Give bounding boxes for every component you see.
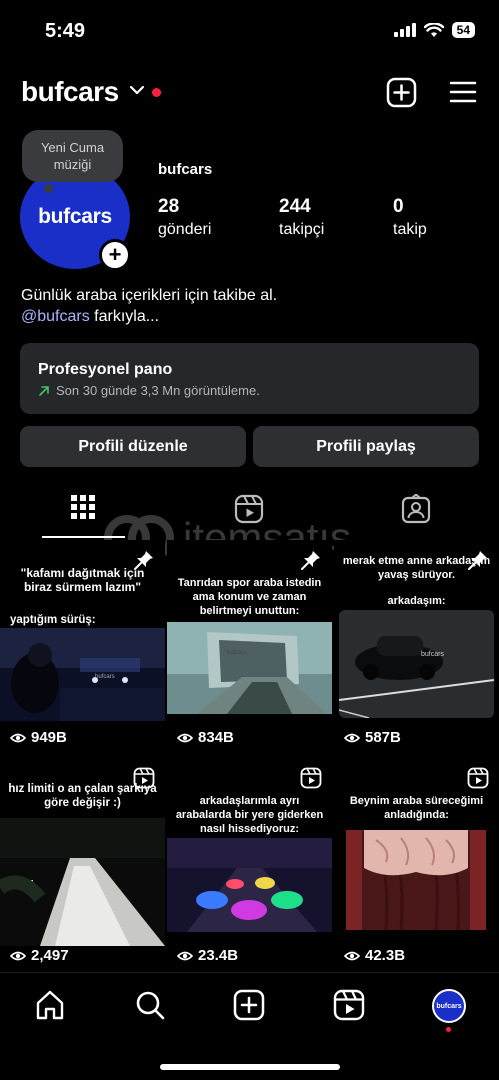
post-caption-sub: yaptığım sürüş: <box>10 614 96 626</box>
stat-value: 28 <box>158 196 180 217</box>
share-profile-button[interactable]: Profili paylaş <box>253 426 479 467</box>
post-tile[interactable]: hız limiti o an çalan şarkıya göre değiş… <box>0 758 165 972</box>
create-post-icon[interactable] <box>386 77 417 108</box>
note-bubble-tail <box>44 184 53 193</box>
profile-nav-avatar-text: bufcars <box>436 1002 462 1010</box>
share-profile-label: Profili paylaş <box>316 437 416 455</box>
eye-icon <box>10 733 26 742</box>
reels-nav-icon[interactable] <box>333 989 365 1021</box>
post-caption: Tanrıdan spor araba istedin ama konum ve… <box>177 577 322 617</box>
account-switcher-username[interactable]: bufcars <box>21 76 119 108</box>
post-caption: arkadaşlarımla ayrı arabalarda bir yere … <box>175 795 324 835</box>
search-icon[interactable] <box>134 989 166 1021</box>
post-tile[interactable]: merak etme anne arkadaşım yavaş sürüyor.… <box>334 540 499 754</box>
profile-bio: Günlük araba içerikleri için takibe al. … <box>21 285 277 327</box>
stat-label: takip <box>393 221 427 238</box>
posts-grid: "kafamı dağıtmak için biraz sürmem lazım… <box>0 540 499 972</box>
signal-icon <box>393 23 416 37</box>
wifi-icon <box>423 22 444 37</box>
post-tile[interactable]: arkadaşlarımla ayrı arabalarda bir yere … <box>167 758 332 972</box>
post-thumbnail <box>0 818 165 946</box>
stat-following[interactable]: 0 takip <box>393 196 427 239</box>
reels-tab-icon[interactable] <box>234 494 264 524</box>
note-bubble[interactable]: Yeni Cuma müziği <box>22 130 123 182</box>
edit-profile-button[interactable]: Profili düzenle <box>20 426 246 467</box>
profile-nav-avatar[interactable]: bufcars <box>432 989 466 1023</box>
eye-icon <box>344 733 360 742</box>
post-caption-sub: arkadaşım: <box>387 595 446 607</box>
eye-icon <box>177 733 193 742</box>
home-icon[interactable] <box>34 989 66 1021</box>
views-count: 23.4B <box>198 947 239 964</box>
bio-more-text[interactable]: farkıyla... <box>90 308 159 325</box>
profile-name: bufcars <box>158 161 213 178</box>
battery-icon: 54 <box>451 22 475 38</box>
post-tile[interactable]: Tanrıdan spor araba istedin ama konum ve… <box>167 540 332 754</box>
post-views: 2,497 <box>10 947 69 964</box>
post-thumbnail <box>346 830 486 930</box>
thumbnail-watermark: bufcars <box>421 651 444 658</box>
create-icon[interactable] <box>233 989 265 1021</box>
home-indicator <box>160 1064 340 1070</box>
post-thumbnail: bufcars <box>167 622 332 714</box>
views-count: 949B <box>31 729 67 746</box>
post-tile[interactable]: "kafamı dağıtmak için biraz sürmem lazım… <box>0 540 165 754</box>
post-thumbnail <box>167 838 332 932</box>
bio-line: Günlük araba içerikleri için takibe al. <box>21 287 278 304</box>
views-count: 834B <box>198 729 234 746</box>
professional-dashboard[interactable]: Profesyonel pano Son 30 günde 3,3 Mn gör… <box>20 343 479 414</box>
note-text: Yeni Cuma müziği <box>40 140 105 172</box>
dashboard-subtitle-text: Son 30 günde 3,3 Mn görüntüleme. <box>56 383 260 398</box>
pin-icon <box>134 551 153 570</box>
dashboard-title: Profesyonel pano <box>38 361 173 378</box>
dashboard-subtitle: Son 30 günde 3,3 Mn görüntüleme. <box>38 383 461 398</box>
post-views: 587B <box>344 729 401 746</box>
reels-icon <box>300 767 322 789</box>
stat-label: gönderi <box>158 221 212 238</box>
grid-icon[interactable] <box>70 494 96 520</box>
profile-header: bufcars <box>0 72 499 116</box>
post-views: 949B <box>10 729 67 746</box>
active-indicator-dot <box>446 1027 451 1032</box>
reels-icon <box>467 767 489 789</box>
reels-icon <box>133 767 155 789</box>
edit-profile-label: Profili düzenle <box>78 437 188 455</box>
stat-value: 0 <box>393 196 404 217</box>
post-caption: Beynim araba süreceğimi anladığında: <box>349 795 484 821</box>
bio-mention-link[interactable]: @bufcars <box>21 308 90 325</box>
profile-tabs <box>0 490 499 538</box>
thumbnail-watermark: bufcars <box>227 650 247 656</box>
eye-icon <box>10 951 26 960</box>
views-count: 42.3B <box>365 947 406 964</box>
post-views: 23.4B <box>177 947 238 964</box>
post-views: 834B <box>177 729 234 746</box>
status-icons: 54 <box>393 22 475 38</box>
stat-value: 244 <box>279 196 311 217</box>
views-count: 2,497 <box>31 947 69 964</box>
trend-up-arrow-icon <box>39 385 49 396</box>
post-tile[interactable]: Beynim araba süreceğimi anladığında: 42.… <box>334 758 499 972</box>
active-tab-indicator <box>42 536 125 538</box>
pin-icon <box>301 551 320 570</box>
views-count: 587B <box>365 729 401 746</box>
thumbnail-watermark: bufcars <box>95 674 115 680</box>
status-time: 5:49 <box>45 20 86 42</box>
menu-icon[interactable] <box>449 80 477 104</box>
notification-dot <box>152 88 161 97</box>
post-thumbnail: bufcars <box>0 628 165 721</box>
tagged-tab-icon[interactable] <box>401 494 431 524</box>
chevron-down-icon[interactable] <box>128 84 146 96</box>
status-bar: 5:49 54 <box>0 0 499 60</box>
avatar-logo-text: bufcars <box>38 205 112 228</box>
stat-followers[interactable]: 244 takipçi <box>279 196 324 239</box>
stat-label: takipçi <box>279 221 325 238</box>
post-views: 42.3B <box>344 947 405 964</box>
bio-line-2: @bufcars farkıyla... <box>21 306 277 327</box>
stat-posts[interactable]: 28 gönderi <box>158 196 211 239</box>
eye-icon <box>177 951 193 960</box>
pin-icon <box>468 551 487 570</box>
add-story-button[interactable]: + <box>99 239 131 271</box>
eye-icon <box>344 951 360 960</box>
post-thumbnail: bufcars <box>339 610 494 718</box>
